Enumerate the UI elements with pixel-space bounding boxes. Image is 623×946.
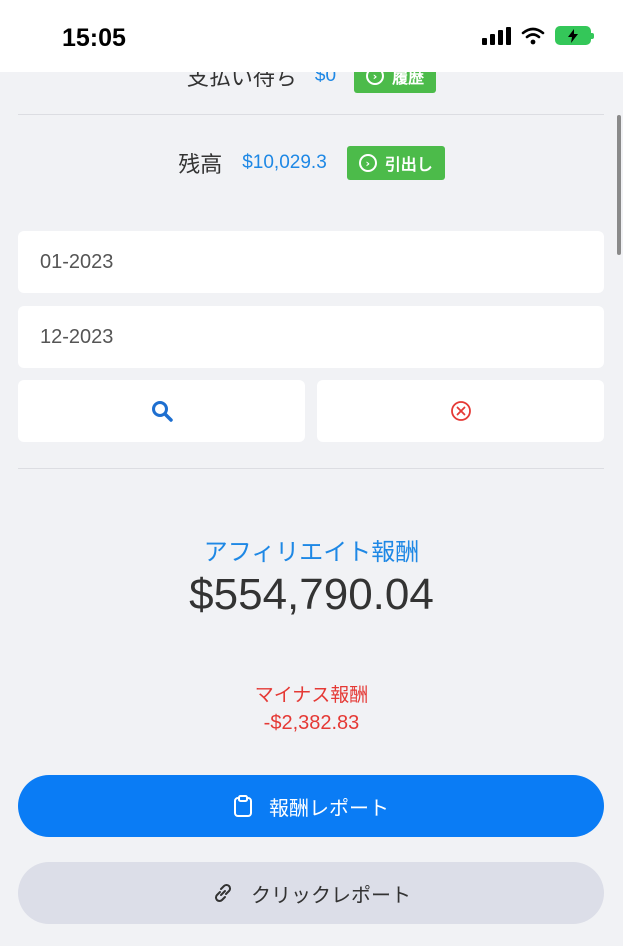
minus-reward-label: マイナス報酬 [254,684,369,706]
search-button[interactable] [18,380,305,442]
start-date-field[interactable]: 01-2023 [18,231,604,293]
status-icons [482,26,594,45]
link-icon [214,883,232,903]
battery-charging-icon [555,26,594,45]
scrollbar[interactable] [617,115,621,255]
end-date-value: 12-2023 [40,325,114,348]
balance-row: 残高 $10,029.3 › 引出し [0,143,623,183]
click-report-label: クリックレポート [251,882,411,907]
withdraw-button[interactable]: › 引出し [346,146,445,180]
status-bar: 15:05 [0,0,623,72]
divider [18,114,604,115]
start-date-value: 01-2023 [40,250,114,273]
search-icon [151,401,173,422]
affiliate-reward-amount: $554,790.04 [189,570,434,619]
clipboard-icon [234,795,252,817]
click-report-button[interactable]: クリックレポート [18,862,604,924]
main-content: 支払い待ち $0 › 履歴 残高 $10,029.3 › 引出し 01-2023… [0,0,623,946]
wifi-icon [521,27,545,44]
withdraw-button-label: 引出し [384,155,433,174]
clear-button[interactable] [317,380,604,442]
balance-amount: $10,029.3 [242,152,327,173]
affiliate-reward-label: アフィリエイト報酬 [203,538,420,566]
reward-report-button[interactable]: 報酬レポート [18,775,604,837]
status-time: 15:05 [62,24,126,52]
balance-label: 残高 [178,153,223,178]
reward-report-label: 報酬レポート [269,795,389,820]
divider [18,468,604,469]
chevron-right-circle-icon: › [358,154,377,172]
end-date-field[interactable]: 12-2023 [18,306,604,368]
minus-reward-amount: -$2,382.83 [263,712,360,734]
close-circle-icon [450,401,471,421]
signal-icon [482,26,511,45]
